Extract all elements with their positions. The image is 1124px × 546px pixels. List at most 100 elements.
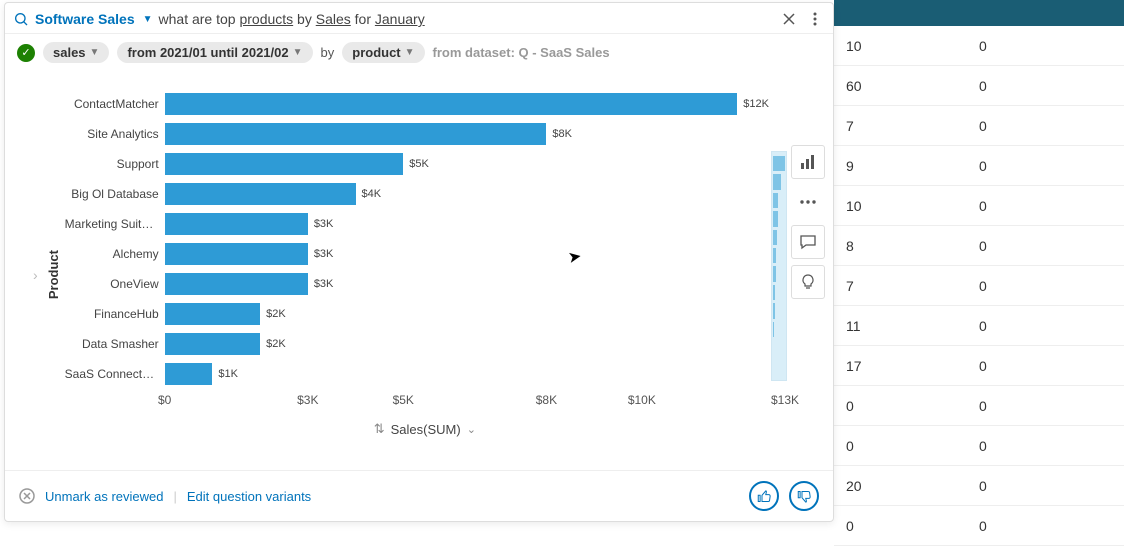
bar-track: $4K <box>165 179 785 209</box>
bar-value-label: $3K <box>314 218 334 230</box>
minimap-bar <box>773 322 774 337</box>
table-cell: 0 <box>979 478 1112 494</box>
feedback-button[interactable] <box>791 225 825 259</box>
unmark-reviewed-link[interactable]: Unmark as reviewed <box>45 489 164 504</box>
bar-track: $12K <box>165 89 785 119</box>
bar-value-label: $1K <box>218 368 238 380</box>
edit-variants-link[interactable]: Edit question variants <box>187 489 311 504</box>
more-options-button[interactable] <box>791 185 825 219</box>
bar[interactable] <box>165 243 308 265</box>
bar-row[interactable]: Alchemy$3K <box>65 239 785 269</box>
table-cell: 0 <box>979 78 1112 94</box>
chip-measure[interactable]: sales▼ <box>43 42 109 63</box>
bar-chart-icon <box>800 154 816 170</box>
bar-category-label: SaaS Connector... <box>65 367 165 381</box>
table-row[interactable]: 70 <box>834 266 1124 306</box>
close-button[interactable] <box>779 9 799 29</box>
bar-row[interactable]: Marketing Suite ... $3K <box>65 209 785 239</box>
bar-row[interactable]: ContactMatcher$12K <box>65 89 785 119</box>
x-axis-label-row[interactable]: ⇅ Sales(SUM) ⌄ <box>65 413 785 441</box>
minimap-bar <box>773 156 785 171</box>
bar-value-label: $4K <box>362 188 382 200</box>
table-cell: 7 <box>846 278 979 294</box>
bar-value-label: $2K <box>266 338 286 350</box>
table-row[interactable]: 200 <box>834 466 1124 506</box>
expand-caret-icon[interactable]: › <box>33 267 42 283</box>
x-axis: $0$3K$5K$8K$10K$13K <box>165 393 785 413</box>
topic-dropdown-icon[interactable]: ▼ <box>143 14 153 25</box>
table-cell: 0 <box>979 118 1112 134</box>
bar-track: $5K <box>165 149 785 179</box>
bar-category-label: Marketing Suite ... <box>65 217 165 231</box>
bar-row[interactable]: FinanceHub$2K <box>65 299 785 329</box>
bar-category-label: Data Smasher <box>65 337 165 351</box>
sort-icon: ⇅ <box>374 421 385 437</box>
bar-track: $1K <box>165 359 785 389</box>
bar-row[interactable]: Data Smasher $2K <box>65 329 785 359</box>
table-row[interactable]: 00 <box>834 426 1124 466</box>
bar[interactable] <box>165 93 738 115</box>
bar-row[interactable]: Site Analytics$8K <box>65 119 785 149</box>
y-axis-label: Product <box>42 250 65 299</box>
chip-daterange[interactable]: from 2021/01 until 2021/02▼ <box>117 42 312 63</box>
bar[interactable] <box>165 153 404 175</box>
table-cell: 0 <box>979 358 1112 374</box>
table-cell: 0 <box>979 278 1112 294</box>
bar[interactable] <box>165 123 547 145</box>
table-row[interactable]: 00 <box>834 506 1124 546</box>
bar[interactable] <box>165 363 213 385</box>
table-row[interactable]: 100 <box>834 186 1124 226</box>
bar-row[interactable]: Support$5K <box>65 149 785 179</box>
x-tick-label: $5K <box>393 393 414 407</box>
table-row[interactable]: 170 <box>834 346 1124 386</box>
table-row[interactable]: 100 <box>834 26 1124 66</box>
bars-container: ContactMatcher$12KSite Analytics$8KSuppo… <box>65 89 785 460</box>
table-cell: 0 <box>846 518 979 534</box>
kebab-icon <box>813 12 817 26</box>
bar-category-label: Site Analytics <box>65 127 165 141</box>
thumbs-down-icon <box>797 489 812 504</box>
table-row[interactable]: 70 <box>834 106 1124 146</box>
table-row[interactable]: 600 <box>834 66 1124 106</box>
chart-type-button[interactable] <box>791 145 825 179</box>
thumbs-down-button[interactable] <box>789 481 819 511</box>
bar[interactable] <box>165 273 308 295</box>
chip-dimension[interactable]: product▼ <box>342 42 424 63</box>
table-cell: 9 <box>846 158 979 174</box>
minimap[interactable] <box>771 151 787 381</box>
table-row[interactable]: 00 <box>834 386 1124 426</box>
query-text[interactable]: what are top products by Sales for Janua… <box>159 11 773 27</box>
x-tick-label: $0 <box>158 393 171 407</box>
topic-name[interactable]: Software Sales <box>35 11 135 27</box>
bar-category-label: OneView <box>65 277 165 291</box>
minimap-bar <box>773 303 775 318</box>
bar-row[interactable]: SaaS Connector... $1K <box>65 359 785 389</box>
table-row[interactable]: 80 <box>834 226 1124 266</box>
bar-value-label: $3K <box>314 248 334 260</box>
minimap-bar <box>773 211 778 226</box>
chip-label: product <box>352 45 400 60</box>
divider: | <box>174 489 177 504</box>
bar-row[interactable]: Big Ol Database$4K <box>65 179 785 209</box>
bar[interactable] <box>165 303 260 325</box>
minimap-bar <box>773 193 778 208</box>
table-row[interactable]: 110 <box>834 306 1124 346</box>
table-cell: 8 <box>846 238 979 254</box>
table-cell: 0 <box>979 518 1112 534</box>
x-axis-label: Sales(SUM) <box>391 422 461 437</box>
bar[interactable] <box>165 333 260 355</box>
kebab-menu-button[interactable] <box>805 9 825 29</box>
bar-row[interactable]: OneView$3K <box>65 269 785 299</box>
background-header <box>834 0 1124 26</box>
bar[interactable] <box>165 183 356 205</box>
minimap-bar <box>773 285 775 300</box>
thumbs-up-button[interactable] <box>749 481 779 511</box>
bar[interactable] <box>165 213 308 235</box>
table-cell: 10 <box>846 38 979 54</box>
query-token-january: January <box>375 11 425 27</box>
table-row[interactable]: 90 <box>834 146 1124 186</box>
table-cell: 60 <box>846 78 979 94</box>
x-tick-label: $10K <box>628 393 656 407</box>
insight-button[interactable] <box>791 265 825 299</box>
chart-toolbar <box>791 145 827 299</box>
